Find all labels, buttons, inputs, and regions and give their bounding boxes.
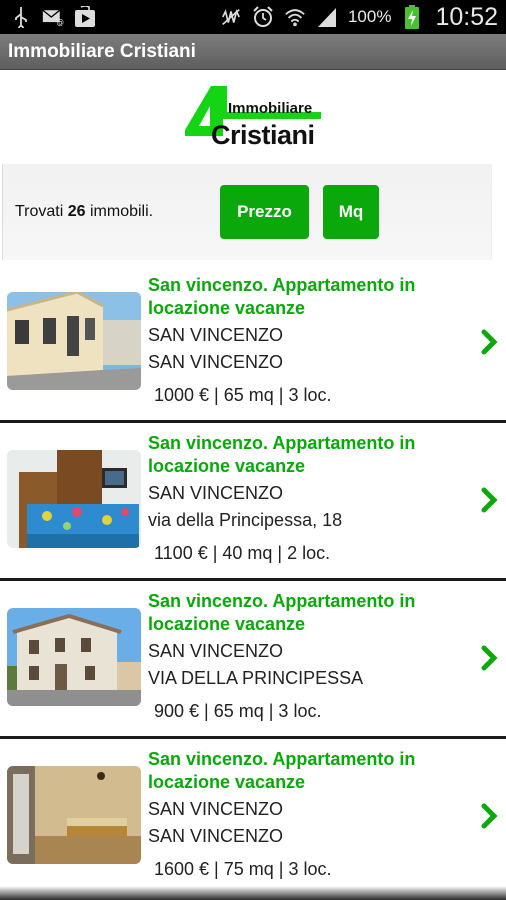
listing-item[interactable]: San vincenzo. Appartamento in locazione … xyxy=(0,265,506,423)
battery-percent: 100% xyxy=(347,7,392,26)
sort-area-button[interactable]: Mq xyxy=(323,185,379,239)
listing-details: 1600 € | 75 mq | 3 loc. xyxy=(154,859,332,879)
filter-bar: Trovati 26 immobili. Prezzo Mq xyxy=(2,164,492,260)
company-logo: Immobiliare Cristiani xyxy=(183,82,323,152)
listing-photo xyxy=(7,608,141,706)
chevron-right-icon xyxy=(481,803,498,829)
listing-info: San vincenzo. Appartamento in locazione … xyxy=(148,274,466,409)
listing-photo xyxy=(7,292,141,390)
listing-city: SAN VINCENZO xyxy=(148,799,284,819)
listing-list: San vincenzo. Appartamento in locazione … xyxy=(0,265,506,897)
listing-item[interactable]: San vincenzo. Appartamento in locazione … xyxy=(0,423,506,581)
wifi-icon xyxy=(284,6,306,28)
play-store-icon xyxy=(74,6,96,28)
logo-area: Immobiliare Cristiani xyxy=(0,70,506,164)
action-bar: Immobiliare Cristiani xyxy=(0,34,506,70)
listing-city: SAN VINCENZO xyxy=(148,325,284,345)
app-title: Immobiliare Cristiani xyxy=(8,40,196,62)
usb-icon xyxy=(10,6,32,28)
listing-item[interactable]: San vincenzo. Appartamento in locazione … xyxy=(0,581,506,739)
listing-address: SAN VINCENZO xyxy=(148,352,284,372)
notification-icons: @ xyxy=(10,6,96,28)
listing-title: San vincenzo. Appartamento in locazione … xyxy=(148,275,416,318)
system-icons: 100% 10:52 xyxy=(220,3,498,32)
battery-charging-icon xyxy=(401,5,423,29)
listing-item[interactable]: San vincenzo. Appartamento in locazione … xyxy=(0,739,506,897)
listing-city: SAN VINCENZO xyxy=(148,641,284,661)
mail-icon: @ xyxy=(42,6,64,28)
chevron-right-icon xyxy=(481,329,498,355)
signal-icon xyxy=(316,6,338,28)
mute-vibrate-icon xyxy=(220,6,242,28)
results-number: 26 xyxy=(67,203,86,220)
results-suffix: immobili. xyxy=(85,203,154,220)
listing-title: San vincenzo. Appartamento in locazione … xyxy=(148,749,416,792)
listing-title: San vincenzo. Appartamento in locazione … xyxy=(148,591,416,634)
listing-details: 1100 € | 40 mq | 2 loc. xyxy=(154,543,331,563)
listing-photo xyxy=(7,766,141,864)
results-prefix: Trovati xyxy=(15,203,68,220)
logo-text-top: Immobiliare xyxy=(228,100,313,117)
list-bottom-shadow xyxy=(0,886,506,900)
listing-info: San vincenzo. Appartamento in locazione … xyxy=(148,432,466,567)
results-count: Trovati 26 immobili. xyxy=(15,203,220,221)
chevron-right-icon xyxy=(481,487,498,513)
listing-address: VIA DELLA PRINCIPESSA xyxy=(148,668,364,688)
sort-price-button[interactable]: Prezzo xyxy=(220,185,309,239)
clock: 10:52 xyxy=(435,2,498,31)
listing-photo xyxy=(7,450,141,548)
listing-address: via della Principessa, 18 xyxy=(148,510,343,530)
listing-info: San vincenzo. Appartamento in locazione … xyxy=(148,748,466,883)
status-bar: @ 100% 10:52 xyxy=(0,0,506,34)
listing-address: SAN VINCENZO xyxy=(148,826,284,846)
listing-title: San vincenzo. Appartamento in locazione … xyxy=(148,433,416,476)
listing-details: 900 € | 65 mq | 3 loc. xyxy=(154,701,322,721)
logo-text-main: Cristiani xyxy=(211,120,315,150)
chevron-right-icon xyxy=(481,645,498,671)
listing-info: San vincenzo. Appartamento in locazione … xyxy=(148,590,466,725)
svg-text:@: @ xyxy=(56,18,64,27)
listing-city: SAN VINCENZO xyxy=(148,483,284,503)
alarm-icon xyxy=(252,6,274,28)
listing-details: 1000 € | 65 mq | 3 loc. xyxy=(154,385,332,405)
